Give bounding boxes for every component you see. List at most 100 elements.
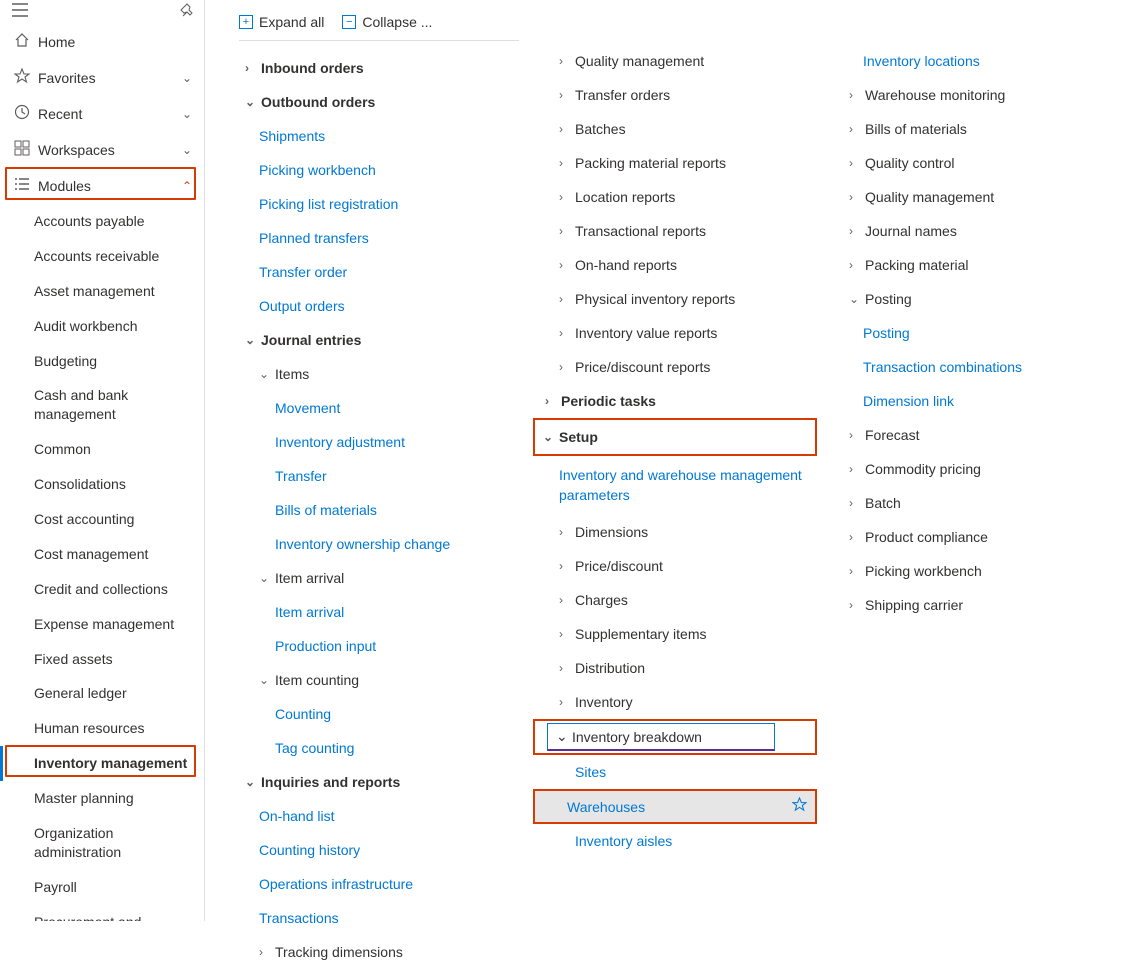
tree-setup[interactable]: ⌄ Setup [535,420,815,454]
tree-node[interactable]: ›Product compliance [839,520,1113,554]
tree-node[interactable]: ›Inventory [535,685,823,719]
module-item[interactable]: Cost management [0,537,204,572]
tree-node[interactable]: ›Packing material [839,248,1113,282]
nav-workspaces[interactable]: Workspaces ⌄ [0,132,204,168]
link-sites[interactable]: Sites [535,755,823,789]
tree-link[interactable]: Transfer [235,459,519,493]
module-item[interactable]: Inventory management [0,746,204,781]
pin-icon[interactable] [180,3,194,21]
tree-items[interactable]: ⌄ Items [235,357,519,391]
tree-node[interactable]: ›Dimensions [535,515,823,549]
tree-posting[interactable]: ⌄ Posting [839,282,1113,316]
tree-inventory-breakdown[interactable]: ⌄ Inventory breakdown [547,723,775,751]
tree-tracking-dimensions[interactable]: › Tracking dimensions [235,935,519,969]
tree-link[interactable]: Item arrival [235,595,519,629]
tree-node[interactable]: ›Shipping carrier [839,588,1113,622]
module-item[interactable]: Expense management [0,607,204,642]
tree-periodic-tasks[interactable]: › Periodic tasks [535,384,823,418]
tree-node[interactable]: ›Commodity pricing [839,452,1113,486]
tree-node[interactable]: ›Packing material reports [535,146,823,180]
tree-item-counting[interactable]: ⌄ Item counting [235,663,519,697]
module-item[interactable]: Organization administration [0,816,204,870]
tree-node[interactable]: ›Journal names [839,214,1113,248]
module-item[interactable]: Asset management [0,274,204,309]
collapse-all-button[interactable]: − Collapse ... [342,14,432,30]
module-item[interactable]: General ledger [0,676,204,711]
module-item[interactable]: Accounts receivable [0,239,204,274]
tree-node[interactable]: ›Forecast [839,418,1113,452]
nav-recent[interactable]: Recent ⌄ [0,96,204,132]
link-warehouses[interactable]: Warehouses [533,789,817,824]
link-inventory-aisles[interactable]: Inventory aisles [535,824,823,858]
module-item[interactable]: Master planning [0,781,204,816]
tree-link[interactable]: Inventory ownership change [235,527,519,561]
tree-link[interactable]: Dimension link [839,384,1113,418]
tree-link[interactable]: On-hand list [235,799,519,833]
nav-home[interactable]: Home [0,24,204,60]
tree-node[interactable]: ›Picking workbench [839,554,1113,588]
tree-outbound-orders[interactable]: ⌄ Outbound orders [235,85,519,119]
expand-all-button[interactable]: + Expand all [239,14,324,30]
tree-node[interactable]: ›Warehouse monitoring [839,78,1113,112]
module-item[interactable]: Consolidations [0,467,204,502]
tree-node[interactable]: ›Bills of materials [839,112,1113,146]
tree-node[interactable]: ›Location reports [535,180,823,214]
tree-link[interactable]: Posting [839,316,1113,350]
module-item[interactable]: Cash and bank management [0,378,204,432]
tree-link[interactable]: Transaction combinations [839,350,1113,384]
tree-link[interactable]: Transfer order [235,255,519,289]
tree-link[interactable]: Inventory adjustment [235,425,519,459]
module-item[interactable]: Budgeting [0,344,204,379]
tree-node[interactable]: ›Batches [535,112,823,146]
tree-link[interactable]: Bills of materials [235,493,519,527]
link-inventory-warehouse-params[interactable]: Inventory and warehouse management param… [535,456,823,515]
module-item[interactable]: Payroll [0,870,204,905]
tree-node[interactable]: ›Physical inventory reports [535,282,823,316]
tree-node[interactable]: ›Quality management [839,180,1113,214]
tree-node[interactable]: ›Price/discount [535,549,823,583]
module-item[interactable]: Procurement and sourcing [0,905,204,921]
tree-node[interactable]: ›Batch [839,486,1113,520]
favorite-star-icon[interactable] [792,797,807,816]
tree-inbound-orders[interactable]: › Inbound orders [235,51,519,85]
module-item[interactable]: Accounts payable [0,204,204,239]
tree-node[interactable]: ›Inventory value reports [535,316,823,350]
tree-node[interactable]: ›Supplementary items [535,617,823,651]
tree-link[interactable]: Production input [235,629,519,663]
tree-node[interactable]: ›Price/discount reports [535,350,823,384]
module-item[interactable]: Credit and collections [0,572,204,607]
tree-node[interactable]: ›Charges [535,583,823,617]
tree-node[interactable]: ›Quality control [839,146,1113,180]
tree-link[interactable]: Counting history [235,833,519,867]
tree-node[interactable]: ›On-hand reports [535,248,823,282]
link-inventory-locations[interactable]: Inventory locations [839,44,1113,78]
tree-link[interactable]: Planned transfers [235,221,519,255]
tree-link[interactable]: Output orders [235,289,519,323]
hamburger-icon[interactable] [12,3,28,21]
module-item[interactable]: Audit workbench [0,309,204,344]
tree-link[interactable]: Picking workbench [235,153,519,187]
tree-item-arrival[interactable]: ⌄ Item arrival [235,561,519,595]
toolbar: + Expand all − Collapse ... [239,0,519,41]
module-item[interactable]: Fixed assets [0,642,204,677]
tree-link[interactable]: Tag counting [235,731,519,765]
tree-link[interactable]: Transactions [235,901,519,935]
tree-link[interactable]: Operations infrastructure [235,867,519,901]
tree-link[interactable]: Movement [235,391,519,425]
nav-modules[interactable]: Modules ⌃ [0,168,204,204]
tree-node[interactable]: ›Distribution [535,651,823,685]
module-item[interactable]: Human resources [0,711,204,746]
tree-link[interactable]: Counting [235,697,519,731]
tree-link[interactable]: Picking list registration [235,187,519,221]
nav-favorites[interactable]: Favorites ⌄ [0,60,204,96]
tree-link[interactable]: Shipments [235,119,519,153]
star-icon [14,68,34,88]
tree-node[interactable]: ›Quality management [535,44,823,78]
module-item[interactable]: Common [0,432,204,467]
tree-journal-entries[interactable]: ⌄ Journal entries [235,323,519,357]
tree-node[interactable]: ›Transactional reports [535,214,823,248]
link-label: Inventory adjustment [275,434,405,450]
tree-inquiries[interactable]: ⌄ Inquiries and reports [235,765,519,799]
module-item[interactable]: Cost accounting [0,502,204,537]
tree-node[interactable]: ›Transfer orders [535,78,823,112]
